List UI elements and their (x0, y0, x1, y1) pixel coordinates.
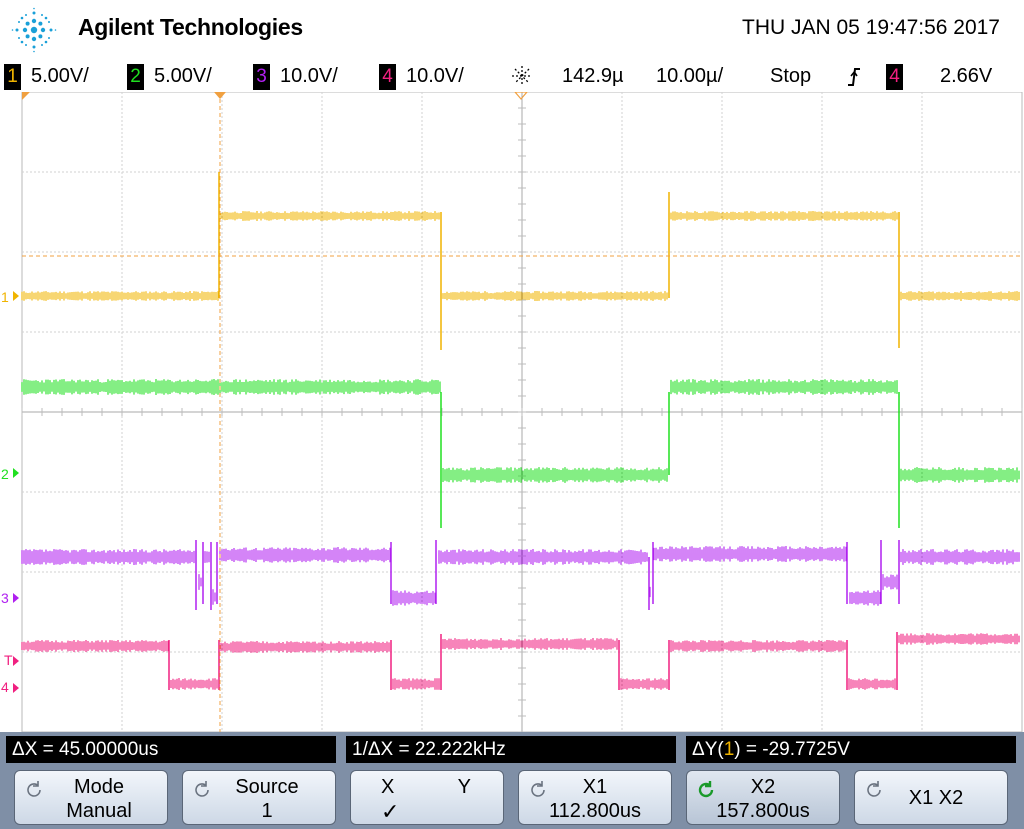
ch4-setting[interactable]: 4 10.0V/ (379, 60, 464, 92)
brand-name: Agilent Technologies (78, 14, 303, 40)
x1x2-label: X1 X2 (908, 787, 964, 809)
x1-label: X1 (582, 776, 608, 798)
ch2-ground-marker: 2 (1, 466, 9, 482)
ch3-ground-marker: 3 (1, 590, 9, 606)
agilent-spark-logo-icon (11, 7, 57, 53)
run-state: Stop (770, 65, 812, 87)
delay-icon-wrap (510, 64, 534, 88)
ch2-badge: 2 (127, 63, 144, 90)
x2-value: 157.800us (716, 800, 810, 822)
ch2-scale: 5.00V/ (154, 65, 212, 87)
ch4-scale: 10.0V/ (406, 65, 464, 87)
timebase-scale[interactable]: 10.00µ/ (656, 60, 723, 92)
xy-softkey[interactable]: X Y ✓ (350, 770, 504, 825)
mode-softkey[interactable]: Mode Manual (14, 770, 168, 825)
ch1-ground-marker: 1 (1, 289, 9, 305)
delay-value[interactable]: 142.9µ (562, 60, 624, 92)
source-label: Source (235, 776, 299, 798)
date-time: THU JAN 05 19:47:56 2017 (742, 16, 1000, 39)
delta-x-readout: ΔX = 45.00000us (6, 736, 336, 763)
trigger-level[interactable]: 2.66V (940, 60, 992, 92)
ch4-ground-marker: 4 (1, 679, 9, 695)
channel-settings-bar: 1 5.00V/ 2 5.00V/ 3 10.0V/ 4 10.0V/ 142.9µ 1… (0, 60, 1024, 92)
ch1-setting[interactable]: 1 5.00V/ (4, 60, 89, 92)
x2-softkey[interactable]: X2 157.800us (686, 770, 840, 825)
measurement-bar: ΔX = 45.00000us 1/ΔX = 22.222kHz ΔY(1) =… (0, 732, 1024, 766)
ch3-scale: 10.0V/ (280, 65, 338, 87)
trigger-source[interactable]: 4 (886, 60, 913, 92)
delay-icon (512, 66, 532, 86)
x1x2-softkey[interactable]: X1 X2 (854, 770, 1008, 825)
top-bar: Agilent Technologies THU JAN 05 19:47:56… (0, 0, 1024, 58)
trigger-level-marker: T (4, 652, 13, 668)
softkey-bar: Mode Manual Source 1 X Y ✓ X1 112.800us … (0, 766, 1024, 829)
x-label: X (381, 776, 395, 798)
trigger-slope[interactable] (846, 66, 862, 88)
source-value: 1 (261, 800, 273, 822)
mode-value: Manual (66, 800, 132, 822)
delta-y-prefix: ΔY( (692, 739, 724, 760)
ch3-badge: 3 (253, 63, 270, 90)
x2-label: X2 (750, 776, 776, 798)
x-selected-check-icon: ✓ (381, 799, 400, 824)
ch1-badge: 1 (4, 63, 21, 90)
trigger-source-badge: 4 (886, 63, 903, 90)
ch4-badge: 4 (379, 63, 396, 90)
ch1-scale: 5.00V/ (31, 65, 89, 87)
ch2-setting[interactable]: 2 5.00V/ (127, 60, 212, 92)
delta-y-value: ) = -29.7725V (734, 739, 850, 760)
x1-value: 112.800us (549, 800, 641, 822)
x1-softkey[interactable]: X1 112.800us (518, 770, 672, 825)
ch3-setting[interactable]: 3 10.0V/ (253, 60, 338, 92)
rising-edge-icon (848, 68, 860, 86)
waveform-display[interactable]: 1 2 3 T 4 (0, 92, 1024, 732)
y-label: Y (457, 776, 471, 798)
mode-label: Mode (73, 776, 125, 798)
inverse-delta-x-readout: 1/ΔX = 22.222kHz (346, 736, 676, 763)
delta-y-channel: 1 (723, 739, 735, 760)
source-softkey[interactable]: Source 1 (182, 770, 336, 825)
delta-y-readout: ΔY(1) = -29.7725V (686, 736, 1016, 763)
